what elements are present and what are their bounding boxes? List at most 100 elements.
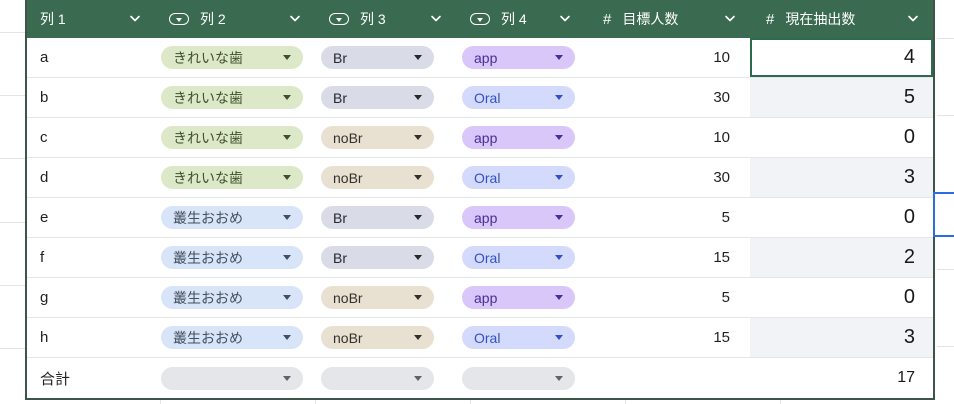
cell-row-label[interactable]: d xyxy=(27,158,155,197)
header-col-2[interactable]: 列 2 xyxy=(155,0,315,38)
chip-caret-icon xyxy=(414,135,422,140)
cell-current[interactable]: 0 xyxy=(750,198,933,237)
chip-label: Oral xyxy=(474,249,501,266)
chevron-down-icon[interactable] xyxy=(907,15,919,23)
dropdown-chip[interactable]: 叢生おおめ xyxy=(161,326,303,349)
dropdown-chip[interactable]: 叢生おおめ xyxy=(161,286,303,309)
cell-current[interactable]: 0 xyxy=(750,278,933,317)
dropdown-chip[interactable]: app xyxy=(462,286,575,309)
cell-target[interactable]: 15 xyxy=(585,318,750,357)
dropdown-chip[interactable]: きれいな歯 xyxy=(161,126,303,149)
chip-caret-icon xyxy=(414,295,422,300)
chip-label: 叢生おおめ xyxy=(173,289,243,306)
dropdown-chip[interactable]: Br xyxy=(321,46,434,69)
chevron-down-icon[interactable] xyxy=(559,15,571,23)
cell-col3: Br xyxy=(315,198,456,237)
grid-line xyxy=(0,222,25,223)
dropdown-chip[interactable]: app xyxy=(462,46,575,69)
chip-label: きれいな歯 xyxy=(173,49,243,66)
cell-col4: app xyxy=(456,278,585,317)
cell-current[interactable]: 5 xyxy=(750,78,933,117)
chip-label: app xyxy=(474,209,498,226)
cell-row-label[interactable]: a xyxy=(27,38,155,77)
cell-target[interactable]: 10 xyxy=(585,118,750,157)
cell-target[interactable]: 30 xyxy=(585,78,750,117)
chevron-down-icon[interactable] xyxy=(289,15,301,23)
cell-target[interactable]: 5 xyxy=(585,278,750,317)
cell-col2: 叢生おおめ xyxy=(155,318,315,357)
chip-caret-icon xyxy=(283,375,291,381)
dropdown-chip-empty[interactable] xyxy=(161,366,303,390)
dropdown-chip-empty[interactable] xyxy=(321,366,434,390)
cell-row-label[interactable]: g xyxy=(27,278,155,317)
cell-row-label[interactable]: e xyxy=(27,198,155,237)
dropdown-chip[interactable]: noBr xyxy=(321,286,434,309)
cell-current-total[interactable]: 17 xyxy=(750,358,933,398)
cell-row-label[interactable]: h xyxy=(27,318,155,357)
dropdown-chip-empty[interactable] xyxy=(462,366,575,390)
cell-target[interactable]: 15 xyxy=(585,238,750,277)
cell-target[interactable]: 30 xyxy=(585,158,750,197)
dropdown-chip[interactable]: noBr xyxy=(321,126,434,149)
grid-line xyxy=(937,269,954,270)
header-col-target[interactable]: # 目標人数 xyxy=(585,0,750,38)
chevron-down-icon[interactable] xyxy=(430,15,442,23)
cell-target[interactable]: 10 xyxy=(585,38,750,77)
dropdown-chip[interactable]: app xyxy=(462,206,575,229)
cell-row-label[interactable]: c xyxy=(27,118,155,157)
dropdown-chip[interactable]: 叢生おおめ xyxy=(161,206,303,229)
dropdown-chip[interactable]: Br xyxy=(321,86,434,109)
chip-caret-icon xyxy=(555,215,563,220)
spreadsheet-viewport: 列 1 列 2 列 3 列 4 # 目標人数 # 現在抽出数 a きれいな歯 B… xyxy=(0,0,954,404)
chip-label: app xyxy=(474,49,498,66)
cell-col3: Br xyxy=(315,78,456,117)
chip-caret-icon xyxy=(555,175,563,180)
dropdown-chip[interactable]: きれいな歯 xyxy=(161,86,303,109)
dropdown-chip[interactable]: Oral xyxy=(462,326,575,349)
footer-label[interactable]: 合計 xyxy=(27,358,155,398)
chip-label: noBr xyxy=(333,329,363,346)
dropdown-chip[interactable]: app xyxy=(462,126,575,149)
chip-label: noBr xyxy=(333,169,363,186)
dropdown-chip[interactable]: Oral xyxy=(462,246,575,269)
chip-label: noBr xyxy=(333,129,363,146)
number-type-icon: # xyxy=(766,10,775,28)
cell-current-selected[interactable]: 4 xyxy=(750,38,933,77)
chevron-down-icon[interactable] xyxy=(129,15,141,23)
chip-caret-icon xyxy=(555,95,563,100)
cell-current[interactable]: 3 xyxy=(750,318,933,357)
cell-row-label[interactable]: b xyxy=(27,78,155,117)
dropdown-chip[interactable]: noBr xyxy=(321,326,434,349)
grid-line xyxy=(937,38,954,39)
cell-col3 xyxy=(315,358,456,398)
chip-caret-icon xyxy=(414,95,422,100)
dropdown-chip[interactable]: noBr xyxy=(321,166,434,189)
cell-col3: Br xyxy=(315,238,456,277)
cell-current[interactable]: 0 xyxy=(750,118,933,157)
cell-target[interactable]: 5 xyxy=(585,198,750,237)
dropdown-type-icon xyxy=(329,13,349,25)
cell-row-label[interactable]: f xyxy=(27,238,155,277)
dropdown-chip[interactable]: Oral xyxy=(462,86,575,109)
grid-line xyxy=(0,32,25,33)
cell-target-empty[interactable] xyxy=(585,358,750,398)
header-col-3[interactable]: 列 3 xyxy=(315,0,456,38)
header-col-current-label: 現在抽出数 xyxy=(785,11,856,27)
chip-caret-icon xyxy=(555,135,563,140)
header-col-current[interactable]: # 現在抽出数 xyxy=(750,0,933,38)
header-col-1[interactable]: 列 1 xyxy=(27,0,155,38)
cell-col4: app xyxy=(456,198,585,237)
dropdown-chip[interactable]: 叢生おおめ xyxy=(161,246,303,269)
dropdown-chip[interactable]: きれいな歯 xyxy=(161,46,303,69)
dropdown-chip[interactable]: きれいな歯 xyxy=(161,166,303,189)
chevron-down-icon[interactable] xyxy=(724,15,736,23)
cell-current[interactable]: 2 xyxy=(750,238,933,277)
chip-caret-icon xyxy=(555,55,563,60)
header-col-4[interactable]: 列 4 xyxy=(456,0,585,38)
chip-caret-icon xyxy=(283,175,291,180)
cell-current[interactable]: 3 xyxy=(750,158,933,197)
dropdown-chip[interactable]: Oral xyxy=(462,166,575,189)
cell-col2: 叢生おおめ xyxy=(155,278,315,317)
dropdown-chip[interactable]: Br xyxy=(321,246,434,269)
dropdown-chip[interactable]: Br xyxy=(321,206,434,229)
